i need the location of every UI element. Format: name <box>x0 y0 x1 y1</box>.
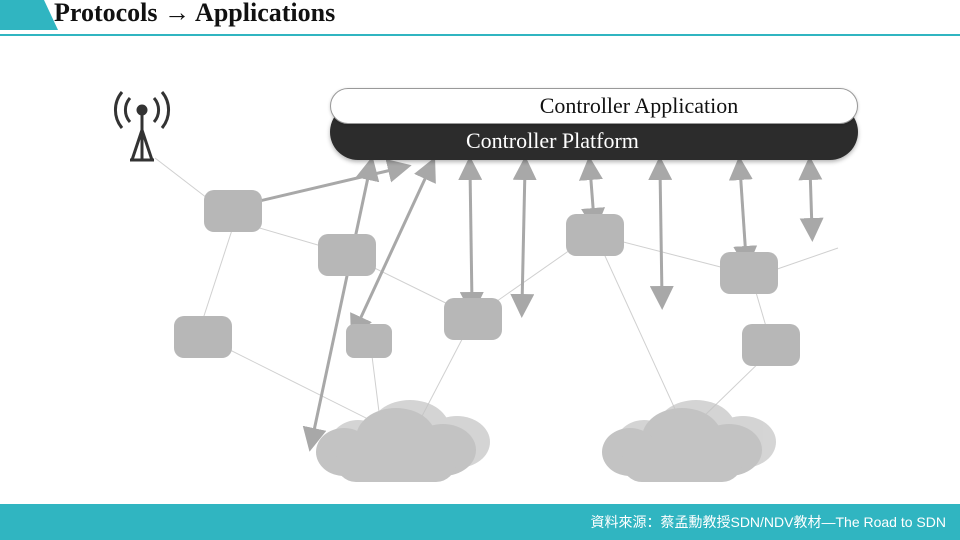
footer-bar: 資料來源：蔡孟勳教授SDN/NDV教材—The Road to SDN <box>0 504 960 540</box>
router-node-icon <box>444 298 502 340</box>
router-node-icon <box>204 190 262 232</box>
router-node-icon <box>742 324 800 366</box>
controller-platform-label: Controller Platform <box>466 128 639 154</box>
title-bar: Protocols → Applications <box>0 0 960 52</box>
footer-credit: 資料來源：蔡孟勳教授SDN/NDV教材—The Road to SDN <box>590 512 946 532</box>
router-node-icon <box>346 324 392 358</box>
router-node-icon <box>566 214 624 256</box>
slide-root: Protocols → Applications <box>0 0 960 540</box>
slide-title: Protocols → Applications <box>54 0 335 28</box>
router-node-icon <box>720 252 778 294</box>
controller-application-label: Controller Application <box>540 93 739 119</box>
title-underline <box>0 34 960 36</box>
router-node-icon <box>174 316 232 358</box>
network-diagram: Controller Platform Controller Applicati… <box>0 60 960 500</box>
wireless-antenna-icon <box>112 90 172 162</box>
controller-application-block: Controller Application <box>330 88 858 124</box>
router-node-icon <box>318 234 376 276</box>
network-cloud-icon <box>602 404 762 482</box>
title-accent-shape <box>0 0 44 30</box>
network-cloud-icon <box>316 404 476 482</box>
